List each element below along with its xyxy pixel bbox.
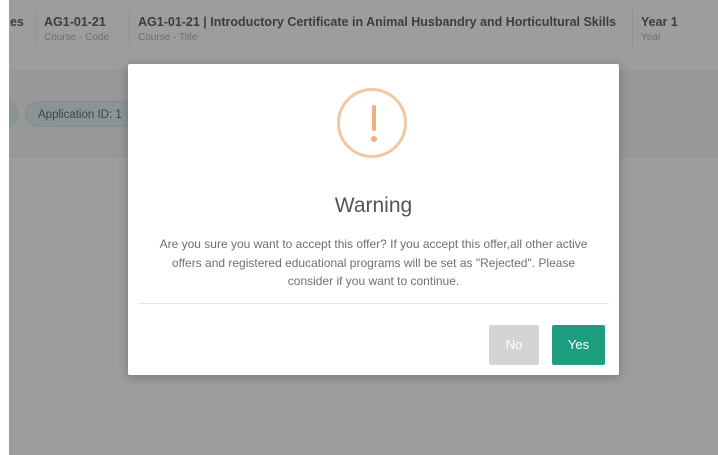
warning-dialog: Warning Are you sure you want to accept …	[128, 64, 619, 375]
exclamation-dot	[371, 136, 377, 142]
yes-button[interactable]: Yes	[552, 325, 605, 365]
dialog-title: Warning	[334, 194, 413, 217]
left-edge	[0, 0, 9, 455]
dialog-divider	[138, 303, 609, 304]
exclamation-bar	[372, 105, 376, 131]
warning-exclamation-icon	[337, 88, 407, 158]
no-button[interactable]: No	[489, 325, 539, 365]
dialog-message: Are you sure you want to accept this off…	[159, 237, 588, 288]
page: es AG1-01-21 Course - Code AG1-01-21 | I…	[0, 0, 718, 455]
